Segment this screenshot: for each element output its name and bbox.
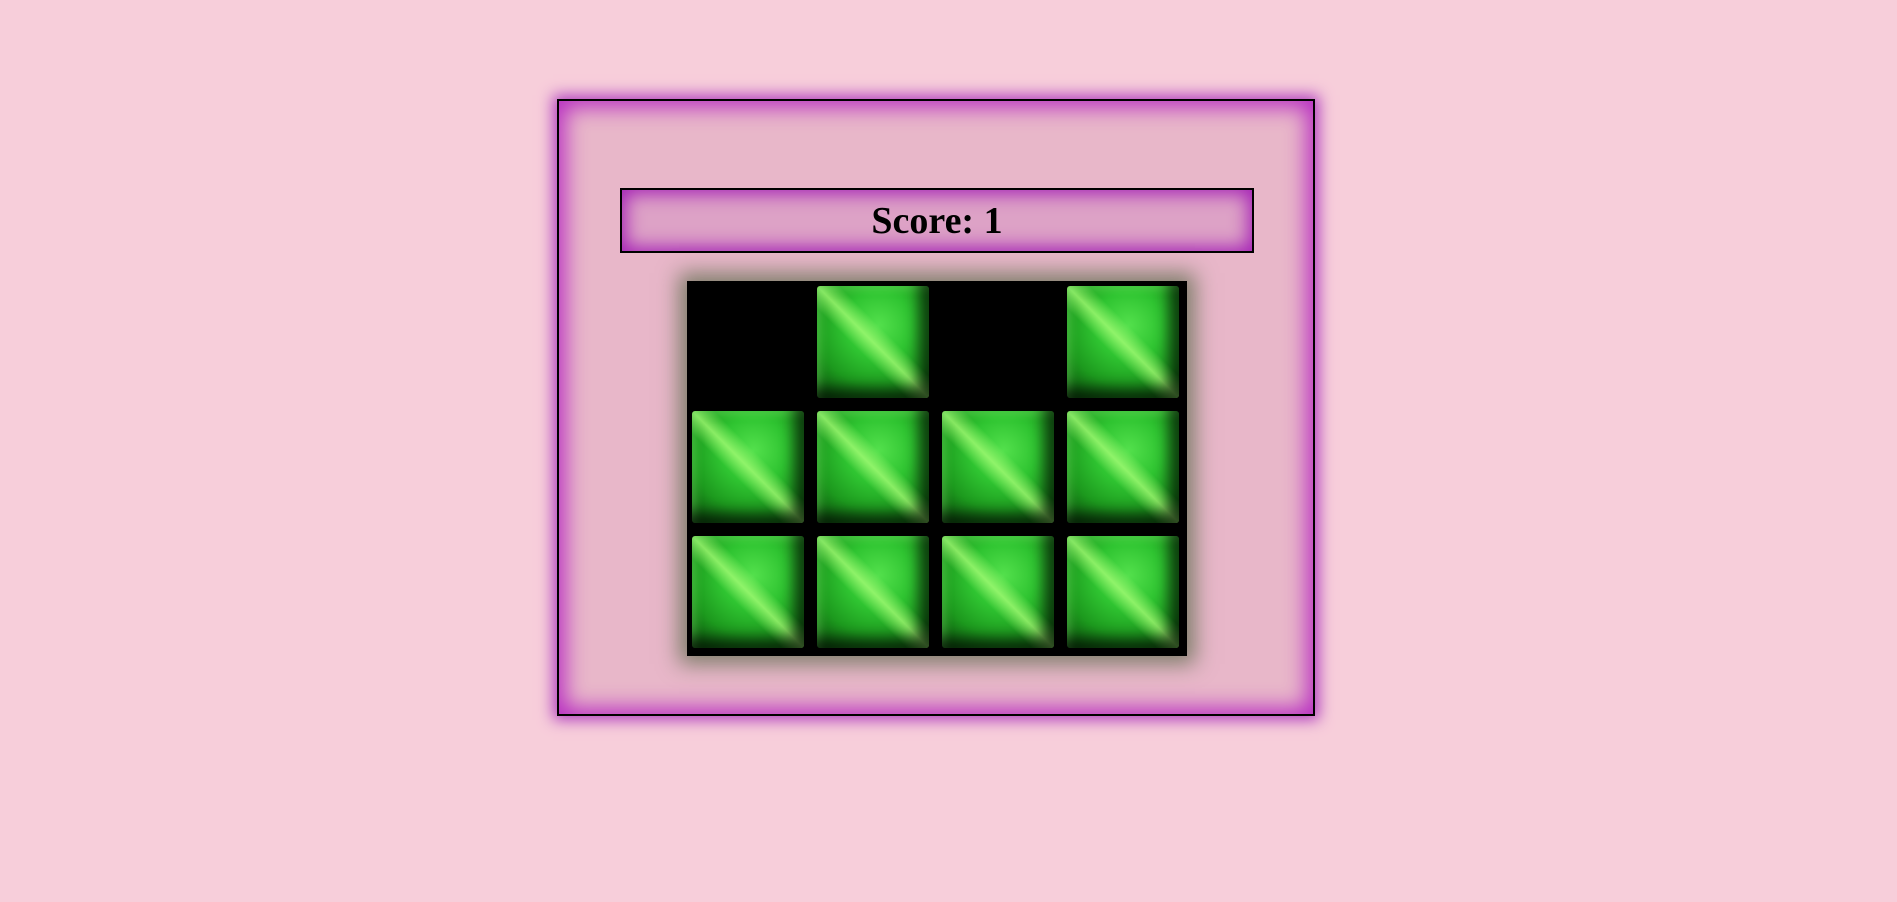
green-tile[interactable] bbox=[1067, 536, 1179, 648]
green-tile[interactable] bbox=[942, 536, 1054, 648]
green-tile[interactable] bbox=[1067, 286, 1179, 398]
green-tile[interactable] bbox=[817, 536, 929, 648]
green-tile[interactable] bbox=[1067, 411, 1179, 523]
green-tile[interactable] bbox=[817, 286, 929, 398]
score-label: Score: 1 bbox=[871, 199, 1003, 242]
green-tile[interactable] bbox=[942, 411, 1054, 523]
game-board bbox=[687, 281, 1187, 656]
game-panel: Score: 1 bbox=[557, 99, 1315, 716]
empty-tile[interactable] bbox=[942, 286, 1054, 398]
score-display: Score: 1 bbox=[620, 188, 1254, 253]
empty-tile[interactable] bbox=[692, 286, 804, 398]
green-tile[interactable] bbox=[692, 411, 804, 523]
green-tile[interactable] bbox=[692, 536, 804, 648]
green-tile[interactable] bbox=[817, 411, 929, 523]
